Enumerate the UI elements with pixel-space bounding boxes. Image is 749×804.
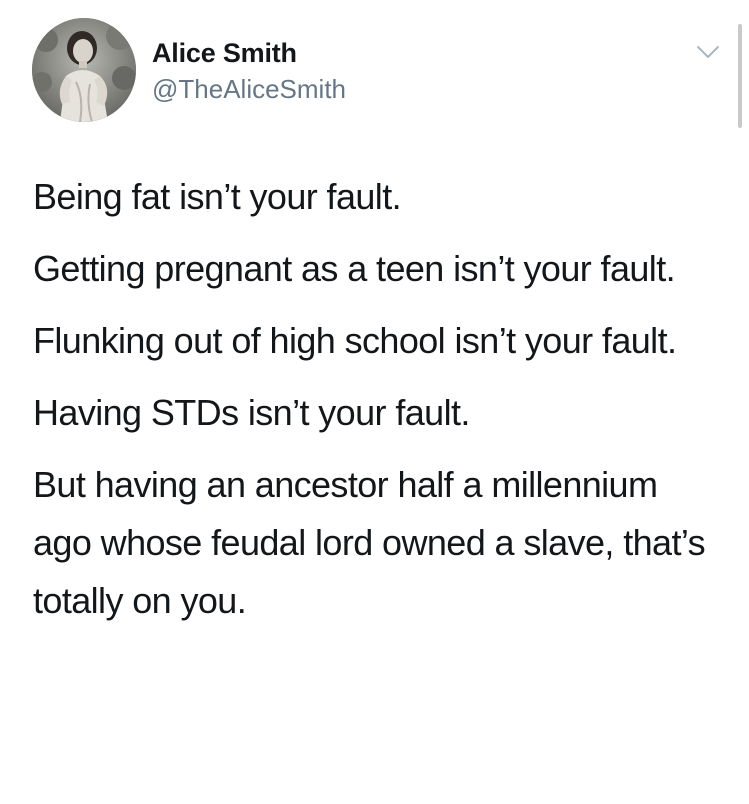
chevron-down-icon bbox=[697, 46, 719, 58]
scrollbar[interactable] bbox=[738, 24, 742, 128]
tweet-paragraph: But having an ancestor half a millennium… bbox=[33, 464, 706, 621]
tweet-text: Being fat isn’t your fault. Getting preg… bbox=[33, 168, 723, 644]
tweet-paragraph: Getting pregnant as a teen isn’t your fa… bbox=[33, 248, 676, 289]
author-block[interactable]: Alice Smith @TheAliceSmith bbox=[152, 38, 346, 104]
author-handle[interactable]: @TheAliceSmith bbox=[152, 74, 346, 104]
tweet-paragraph: Having STDs isn’t your fault. bbox=[33, 392, 470, 433]
avatar-photo bbox=[32, 18, 136, 122]
tweet-paragraph: Flunking out of high school isn’t your f… bbox=[33, 320, 677, 361]
tweet-menu-button[interactable] bbox=[694, 40, 722, 64]
author-display-name[interactable]: Alice Smith bbox=[152, 38, 346, 68]
tweet-paragraph: Being fat isn’t your fault. bbox=[33, 176, 402, 217]
avatar[interactable] bbox=[32, 18, 136, 122]
tweet-card: Alice Smith @TheAliceSmith Being fat isn… bbox=[0, 0, 749, 804]
